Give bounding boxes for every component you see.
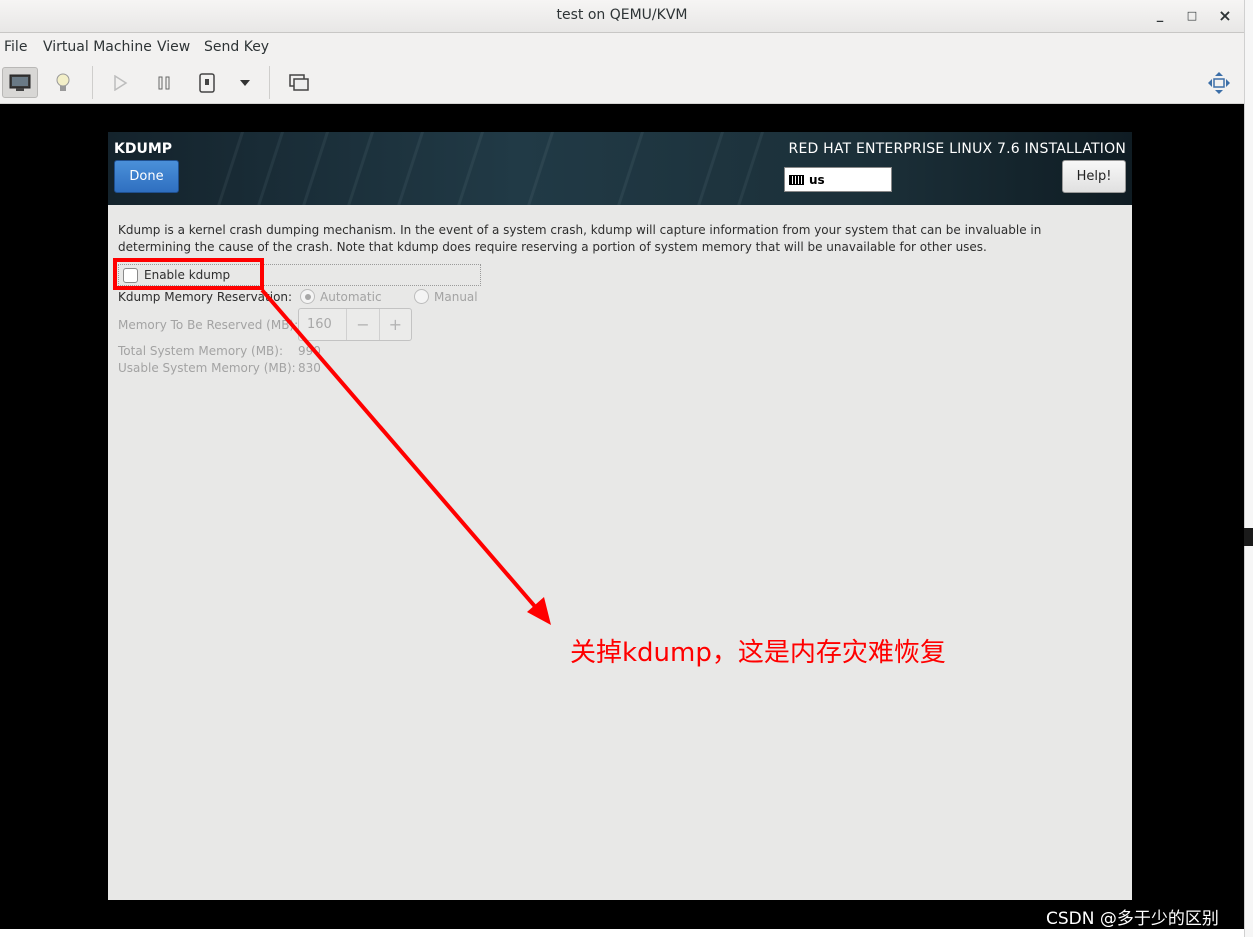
watermark: CSDN @多于少的区别: [1046, 909, 1219, 929]
annotation-text: 关掉kdump，这是内存灾难恢复: [570, 638, 946, 668]
annotation-arrow: [260, 288, 551, 625]
